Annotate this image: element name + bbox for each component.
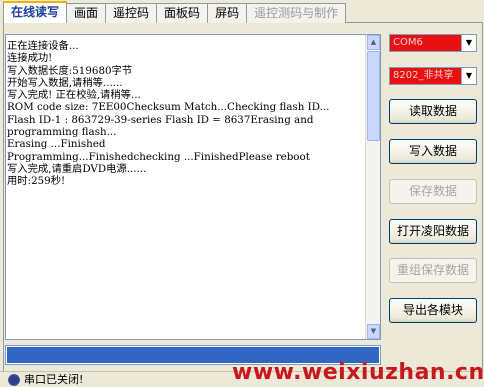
log-line: Flash ID-1 : 863729-39-series Flash ID =… (7, 113, 314, 126)
log-line: 开始写入数据,请稍等...... (7, 76, 123, 89)
tab-screen-code[interactable]: 屏码 (207, 3, 248, 23)
watermark-text: www.weixiuzhan.cn (232, 360, 484, 385)
mode-select-value: 8202_非共享 (393, 70, 454, 81)
port-select-value: COM6 (393, 37, 423, 48)
log-textarea[interactable]: 正在连接设备... 连接成功! 写入数据长度:519680字节 开始写入数据,请稍等.… (5, 34, 381, 340)
log-line: ROM code size: 7EE00Checksum Match...Che… (7, 101, 330, 114)
tab-remote-code[interactable]: 遥控码 (105, 3, 158, 23)
chevron-down-icon[interactable]: ▼ (461, 68, 476, 84)
read-data-button[interactable]: 读取数据 (389, 99, 477, 124)
regroup-save-button[interactable]: 重组保存数据 (389, 258, 477, 283)
tab-remote-test[interactable]: 遥控测码与制作 (246, 3, 347, 23)
serial-port-icon (8, 374, 20, 386)
log-line: 写入数据长度:519680字节 (7, 64, 133, 77)
log-scrollbar[interactable]: ▲ ▼ (365, 35, 380, 339)
log-line: 正在连接设备... (7, 40, 79, 52)
log-line: 连接成功! (7, 52, 53, 65)
log-line: programming flash... (7, 126, 117, 139)
log-text: 正在连接设备... 连接成功! 写入数据长度:519680字节 开始写入数据,请稍等.… (6, 35, 380, 188)
mode-select[interactable]: 8202_非共享 ▼ (389, 67, 477, 85)
chevron-down-icon[interactable]: ▼ (461, 35, 476, 51)
open-sunplus-data-button[interactable]: 打开凌阳数据 (389, 219, 477, 244)
log-line: 用时:259秒! (7, 175, 66, 188)
export-modules-button[interactable]: 导出各模块 (389, 298, 477, 323)
scroll-thumb[interactable] (367, 51, 380, 141)
scroll-up-icon[interactable]: ▲ (367, 35, 380, 50)
status-text: 串口已关闭! (24, 373, 84, 386)
write-data-button[interactable]: 写入数据 (389, 139, 477, 164)
log-line: 写入完成! 正在校验,请稍等... (7, 89, 141, 102)
tab-panel-code[interactable]: 面板码 (156, 3, 209, 23)
scroll-down-icon[interactable]: ▼ (367, 324, 380, 339)
tab-strip: 在线读写 画面 遥控码 面板码 屏码 遥控测码与制作 (3, 1, 347, 23)
log-line: Programming...Finishedchecking ...Finish… (7, 150, 310, 163)
save-data-button[interactable]: 保存数据 (389, 179, 477, 204)
tab-online-rw[interactable]: 在线读写 (3, 1, 68, 23)
port-select[interactable]: COM6 ▼ (389, 34, 477, 52)
log-line: Erasing ...Finished (7, 138, 106, 151)
tab-screen[interactable]: 画面 (66, 3, 107, 23)
log-line: 写入完成,请重启DVD电源...... (7, 162, 147, 175)
